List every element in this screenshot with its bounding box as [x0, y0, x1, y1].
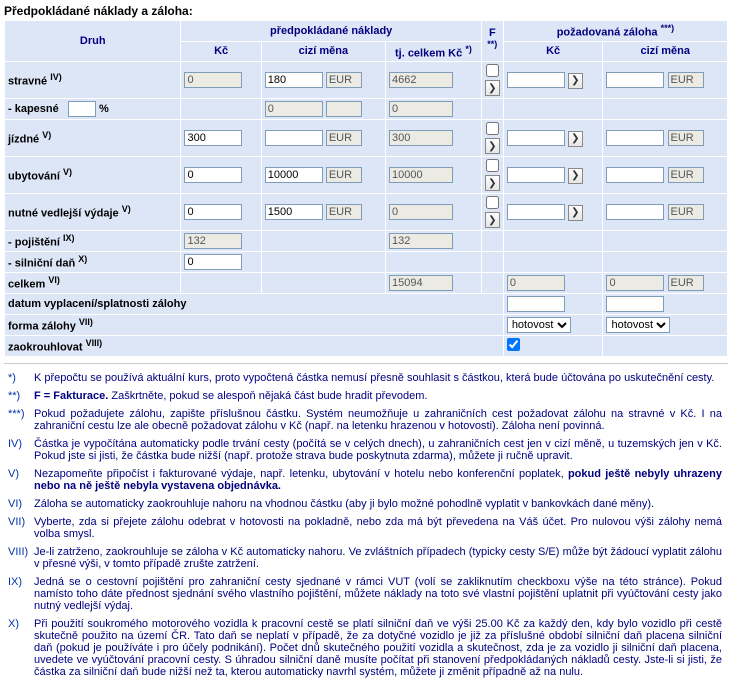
- row-ubytovani: ubytování V) ❯ ❯: [5, 157, 728, 194]
- note-marker: V): [6, 466, 30, 494]
- ubytovani-f[interactable]: [486, 159, 499, 172]
- ubytovani-kc[interactable]: [184, 167, 242, 183]
- row-jizdne: jízdné V) ❯ ❯: [5, 120, 728, 157]
- forma-select-cm[interactable]: hotovost: [606, 317, 670, 333]
- stravne-zcm[interactable]: [606, 72, 664, 88]
- nutne-zcm[interactable]: [606, 204, 664, 220]
- row-pojisteni: - pojištění IX): [5, 231, 728, 252]
- jizdne-btn2[interactable]: ❯: [568, 131, 583, 147]
- ubytovani-zcur: [668, 167, 704, 183]
- hdr-predp: předpokládané náklady: [181, 21, 481, 42]
- note-marker: ***): [6, 406, 30, 434]
- note-text: Nezapomeňte připočíst i fakturované výda…: [32, 466, 726, 494]
- note-marker: **): [6, 388, 30, 404]
- note-marker: VI): [6, 496, 30, 512]
- datum-cm[interactable]: [606, 296, 664, 312]
- jizdne-cur: [326, 130, 362, 146]
- pojisteni-kc: [184, 233, 242, 249]
- kapesne-cm: [265, 101, 323, 117]
- jizdne-f[interactable]: [486, 122, 499, 135]
- celkem-tot: [389, 275, 453, 291]
- forma-select-kc[interactable]: hotovost: [507, 317, 571, 333]
- celkem-zkc: [507, 275, 565, 291]
- row-celkem: celkem VI): [5, 273, 728, 294]
- hdr-cizi: cizí měna: [261, 41, 385, 62]
- ubytovani-zcm[interactable]: [606, 167, 664, 183]
- jizdne-zcm[interactable]: [606, 130, 664, 146]
- ubytovani-cur: [326, 167, 362, 183]
- nutne-cm[interactable]: [265, 204, 323, 220]
- kapesne-cur: [326, 101, 362, 117]
- jizdne-zkc[interactable]: [507, 130, 565, 146]
- nutne-kc[interactable]: [184, 204, 242, 220]
- note-marker: VII): [6, 514, 30, 542]
- note-marker: IX): [6, 574, 30, 614]
- note-text: Je-li zatrženo, zaokrouhluje se záloha v…: [32, 544, 726, 572]
- hdr-kc2: Kč: [503, 41, 603, 62]
- ubytovani-tot: [389, 167, 453, 183]
- ubytovani-cm[interactable]: [265, 167, 323, 183]
- note-text: Pokud požadujete zálohu, zapište přísluš…: [32, 406, 726, 434]
- row-datum: datum vyplacení/splatnosti zálohy: [5, 294, 728, 315]
- row-forma: forma zálohy VII) hotovost hotovost: [5, 315, 728, 336]
- datum-kc[interactable]: [507, 296, 565, 312]
- note-marker: VIII): [6, 544, 30, 572]
- stravne-kc: [184, 72, 242, 88]
- hdr-f: F **): [481, 21, 503, 62]
- stravne-zcur: [668, 72, 704, 88]
- nutne-tot: [389, 204, 453, 220]
- note-text: F = Fakturace. Zaškrtněte, pokud se ales…: [32, 388, 726, 404]
- nutne-cur: [326, 204, 362, 220]
- row-stravne: stravné IV) ❯ ❯: [5, 62, 728, 99]
- hdr-druh: Druh: [5, 21, 181, 62]
- note-text: K přepočtu se používá aktuální kurs, pro…: [32, 370, 726, 386]
- nutne-zcur: [668, 204, 704, 220]
- note-text: Záloha se automaticky zaokrouhluje nahor…: [32, 496, 726, 512]
- note-text: Jedná se o cestovní pojištění pro zahran…: [32, 574, 726, 614]
- note-text: Při použití soukromého motorového vozidl…: [32, 616, 726, 680]
- row-kapesne: - kapesné %: [5, 99, 728, 120]
- costs-table: Druh předpokládané náklady F **) požadov…: [4, 20, 728, 357]
- jizdne-kc[interactable]: [184, 130, 242, 146]
- celkem-zcur: [668, 275, 704, 291]
- zaokr-check[interactable]: [507, 338, 520, 351]
- jizdne-tot: [389, 130, 453, 146]
- section-title: Předpokládané náklady a záloha:: [4, 4, 728, 18]
- kapesne-pct[interactable]: [68, 101, 96, 117]
- kapesne-tot: [389, 101, 453, 117]
- hdr-pozadovana: požadovaná záloha ***): [503, 21, 727, 42]
- stravne-f[interactable]: [486, 64, 499, 77]
- stravne-cur: [326, 72, 362, 88]
- stravne-cm[interactable]: [265, 72, 323, 88]
- stravne-btn1[interactable]: ❯: [485, 80, 500, 96]
- jizdne-zcur: [668, 130, 704, 146]
- note-text: Vyberte, zda si přejete zálohu odebrat v…: [32, 514, 726, 542]
- stravne-zkc[interactable]: [507, 72, 565, 88]
- ubytovani-zkc[interactable]: [507, 167, 565, 183]
- stravne-btn2[interactable]: ❯: [568, 73, 583, 89]
- stravne-tot: [389, 72, 453, 88]
- hdr-tjcelkem: tj. celkem Kč *): [385, 41, 481, 62]
- nutne-btn1[interactable]: ❯: [485, 212, 500, 228]
- jizdne-btn1[interactable]: ❯: [485, 138, 500, 154]
- note-marker: *): [6, 370, 30, 386]
- footnotes: *)K přepočtu se používá aktuální kurs, p…: [4, 368, 728, 682]
- pojisteni-tot: [389, 233, 453, 249]
- ubytovani-btn1[interactable]: ❯: [485, 175, 500, 191]
- hdr-kc: Kč: [181, 41, 261, 62]
- celkem-zcm: [606, 275, 664, 291]
- note-marker: IV): [6, 436, 30, 464]
- jizdne-cm[interactable]: [265, 130, 323, 146]
- row-nutne: nutné vedlejší výdaje V) ❯ ❯: [5, 194, 728, 231]
- nutne-zkc[interactable]: [507, 204, 565, 220]
- ubytovani-btn2[interactable]: ❯: [568, 168, 583, 184]
- note-text: Částka je vypočítána automaticky podle t…: [32, 436, 726, 464]
- nutne-btn2[interactable]: ❯: [568, 205, 583, 221]
- row-silnicni: - silniční daň X): [5, 252, 728, 273]
- nutne-f[interactable]: [486, 196, 499, 209]
- row-zaokr: zaokrouhlovat VIII): [5, 336, 728, 357]
- note-marker: X): [6, 616, 30, 680]
- hdr-cizi2: cizí měna: [603, 41, 728, 62]
- silnicni-kc[interactable]: [184, 254, 242, 270]
